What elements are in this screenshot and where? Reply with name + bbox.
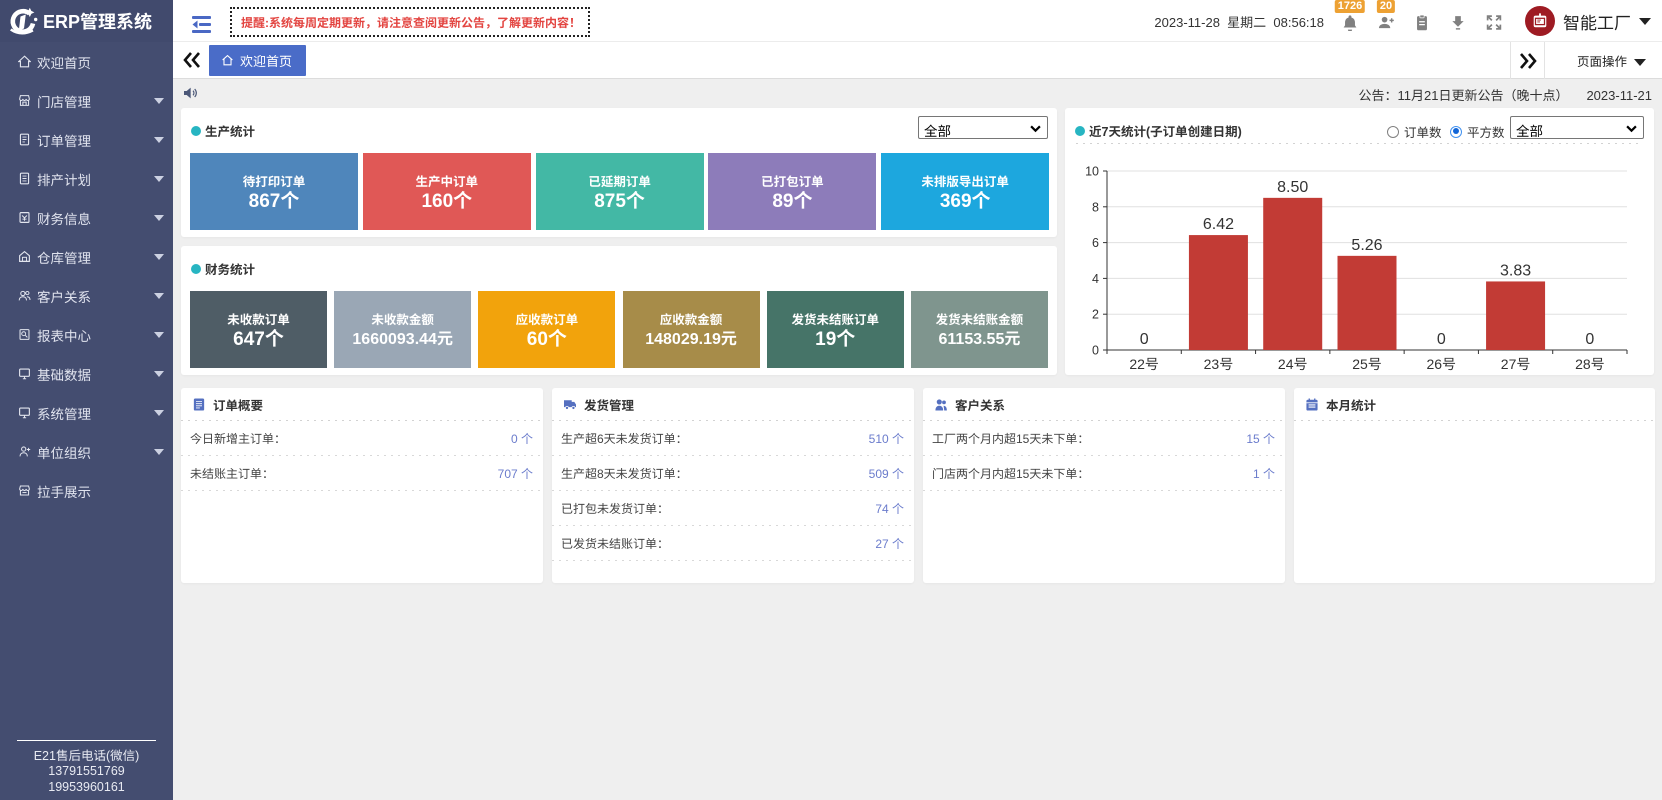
- svg-text:23号: 23号: [1204, 356, 1234, 372]
- svg-text:8: 8: [1092, 200, 1099, 214]
- svg-text:27号: 27号: [1501, 356, 1531, 372]
- svg-text:0: 0: [1585, 331, 1594, 348]
- svg-text:5.26: 5.26: [1351, 237, 1382, 254]
- svg-text:4: 4: [1092, 272, 1099, 286]
- svg-text:6.42: 6.42: [1203, 216, 1234, 233]
- svg-text:3.83: 3.83: [1500, 262, 1531, 279]
- svg-text:6: 6: [1092, 236, 1099, 250]
- svg-text:2: 2: [1092, 308, 1099, 322]
- svg-text:0: 0: [1437, 331, 1446, 348]
- svg-text:22号: 22号: [1129, 356, 1159, 372]
- svg-text:25号: 25号: [1352, 356, 1382, 372]
- svg-text:8.50: 8.50: [1277, 179, 1308, 196]
- svg-text:10: 10: [1085, 165, 1099, 179]
- svg-text:0: 0: [1140, 331, 1149, 348]
- svg-text:0: 0: [1092, 344, 1099, 358]
- svg-text:24号: 24号: [1278, 356, 1308, 372]
- svg-text:28号: 28号: [1575, 356, 1605, 372]
- svg-text:26号: 26号: [1426, 356, 1456, 372]
